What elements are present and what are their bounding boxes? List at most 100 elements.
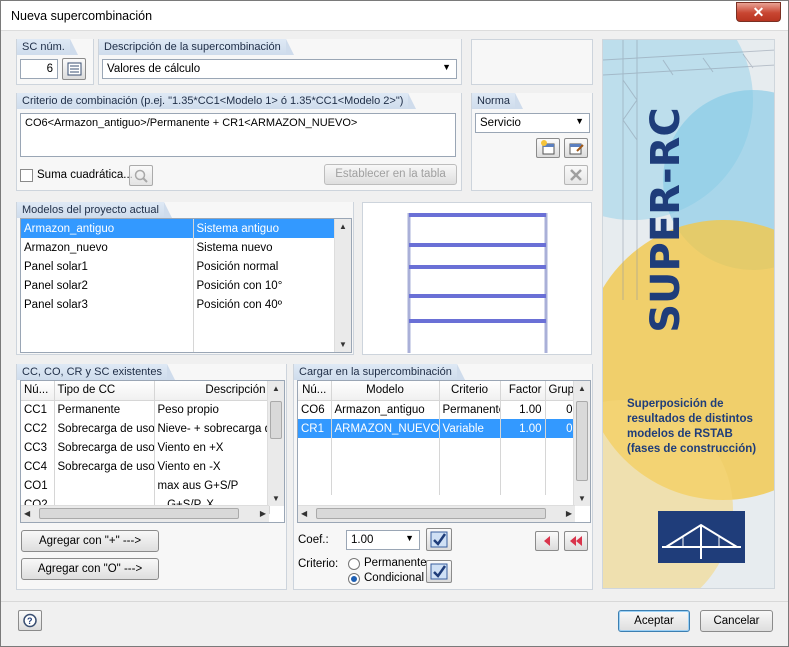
chevron-down-icon[interactable]: ▼ — [575, 116, 584, 126]
list-icon[interactable] — [62, 58, 86, 80]
table-row[interactable]: Armazon_nuevo Sistema nuevo — [21, 238, 335, 257]
brand-name-box: SUPER-RC — [611, 100, 721, 340]
table-row[interactable]: CO1 max aus G+S/P — [21, 476, 270, 495]
table-cell: Armazon_antiguo — [21, 219, 194, 238]
coef-value: 1.00 — [351, 534, 374, 546]
table-cell: Sobrecarga de uso — [54, 419, 155, 438]
table-cell: Panel solar2 — [21, 276, 194, 295]
coef-select[interactable]: 1.00 ▼ — [346, 530, 420, 550]
column-header[interactable]: Nú... — [21, 381, 55, 401]
table-row[interactable]: CC3 Sobrecarga de uso Viento en +X — [21, 438, 270, 457]
load-list[interactable]: Nú... Modelo Criterio Factor Grup CO6 Armazon… — [297, 380, 591, 523]
add-plus-button[interactable]: Agregar con "+" ---> — [21, 530, 159, 552]
add-or-button[interactable]: Agregar con "O" ---> — [21, 558, 159, 580]
criteria-radio-label: Criterio: — [298, 558, 339, 570]
set-in-table-button[interactable]: Establecer en la tabla — [324, 164, 457, 185]
table-cell: Nieve- + sobrecarga de — [154, 419, 270, 438]
table-row[interactable]: CC2 Sobrecarga de uso Nieve- + sobrecarga … — [21, 419, 270, 438]
scroll-thumb[interactable] — [270, 401, 282, 439]
svg-text:?: ? — [27, 616, 33, 626]
table-row[interactable]: Panel solar3 Posición con 40º — [21, 295, 335, 314]
existing-cases-table: Nú... Tipo de CC Descripción CC1 Permanente… — [21, 381, 270, 514]
table-row[interactable]: Armazon_antiguo Sistema antiguo — [21, 219, 335, 238]
cases-hscrollbar[interactable]: ◀ ▶ — [21, 505, 269, 522]
edit-icon[interactable] — [564, 138, 588, 158]
norm-select[interactable]: Servicio ▼ — [475, 113, 590, 133]
table-cell: Armazon_nuevo — [21, 238, 194, 257]
norm-value: Servicio — [480, 117, 521, 129]
models-scrollbar[interactable]: ▲ ▼ — [334, 219, 351, 352]
apply-coef-checkmark-icon[interactable] — [426, 528, 452, 551]
chevron-down-icon[interactable]: ▼ — [405, 533, 414, 543]
column-header[interactable]: Modelo — [331, 381, 440, 401]
title-bar: Nueva supercombinación ✕ — [1, 1, 788, 31]
window-title: Nueva supercombinación — [11, 9, 153, 23]
load-vscrollbar[interactable]: ▲ ▼ — [573, 381, 590, 506]
scroll-up-icon[interactable]: ▲ — [335, 222, 351, 231]
load-panel: Cargar en la supercombinación Nú... Model… — [293, 364, 593, 590]
table-cell: CO1 — [21, 476, 55, 495]
table-cell: Permanente — [54, 400, 155, 419]
scroll-down-icon[interactable]: ▼ — [339, 340, 347, 349]
scroll-up-icon[interactable]: ▲ — [574, 384, 590, 393]
brand-panel: SUPER-RC Superposición de resultados de … — [602, 39, 775, 589]
scroll-down-icon[interactable]: ▼ — [272, 494, 280, 503]
scroll-left-icon[interactable]: ◀ — [301, 509, 307, 518]
existing-cases-panel: CC, CO, CR y SC existentes Nú... Tipo de … — [16, 364, 287, 590]
help-icon[interactable]: ? — [18, 610, 42, 631]
table-row[interactable]: CO6 Armazon_antiguo Permanente 1.00 0 — [298, 400, 577, 419]
table-cell: Sistema antiguo — [193, 219, 335, 238]
column-header[interactable]: Descripción — [154, 381, 270, 401]
magnifier-icon[interactable] — [129, 165, 153, 186]
table-cell: Panel solar3 — [21, 295, 194, 314]
description-panel: Descripción de la supercombinación Valor… — [98, 39, 462, 85]
table-row[interactable]: Panel solar1 Posición normal — [21, 257, 335, 276]
scroll-left-icon[interactable]: ◀ — [24, 509, 30, 518]
column-header[interactable]: Factor — [500, 381, 546, 401]
sc-number-label: SC núm. — [17, 39, 78, 55]
description-field[interactable]: Valores de cálculo ▼ — [102, 59, 457, 79]
table-cell: CC3 — [21, 438, 55, 457]
table-cell: Posición con 40º — [193, 295, 335, 314]
table-cell: 0 — [545, 419, 577, 438]
accept-button[interactable]: Aceptar — [618, 610, 690, 632]
scroll-thumb[interactable] — [39, 508, 239, 519]
close-button[interactable]: ✕ — [736, 2, 781, 22]
table-row[interactable]: Panel solar2 Posición con 10° — [21, 276, 335, 295]
cancel-button[interactable]: Cancelar — [700, 610, 773, 632]
models-list[interactable]: Armazon_antiguo Sistema antiguo Armazon_nu… — [20, 218, 352, 353]
sc-number-field[interactable]: 6 — [20, 59, 58, 79]
scroll-right-icon[interactable]: ▶ — [566, 509, 572, 518]
table-row[interactable]: CC1 Permanente Peso propio — [21, 400, 270, 419]
scroll-up-icon[interactable]: ▲ — [268, 384, 284, 393]
column-header[interactable]: Tipo de CC — [54, 381, 155, 401]
column-header[interactable]: Grup — [545, 381, 577, 401]
remove-one-icon[interactable] — [535, 531, 559, 551]
sum-checkbox[interactable] — [20, 169, 33, 182]
table-cell: CR1 — [298, 419, 332, 438]
radio-permanente[interactable] — [348, 558, 360, 570]
existing-cases-list[interactable]: Nú... Tipo de CC Descripción CC1 Permanente… — [20, 380, 285, 523]
radio-condicional[interactable] — [348, 573, 360, 585]
column-header[interactable]: Nú... — [298, 381, 332, 401]
table-row[interactable]: CC4 Sobrecarga de uso Viento en -X — [21, 457, 270, 476]
criteria-textarea[interactable]: CO6<Armazon_antiguo>/Permanente + CR1<AR… — [20, 113, 456, 157]
frame-drawing — [407, 213, 548, 353]
scroll-right-icon[interactable]: ▶ — [260, 509, 266, 518]
norm-panel: Norma Servicio ▼ — [471, 93, 593, 191]
scroll-down-icon[interactable]: ▼ — [578, 494, 586, 503]
apply-criteria-checkmark-icon[interactable] — [426, 560, 452, 583]
load-hscrollbar[interactable]: ◀ ▶ — [298, 505, 575, 522]
column-header[interactable]: Criterio — [439, 381, 501, 401]
rstab-logo-icon — [658, 511, 745, 563]
remove-all-icon[interactable] — [564, 531, 588, 551]
chevron-down-icon[interactable]: ▼ — [442, 62, 451, 72]
delete-icon[interactable] — [564, 165, 588, 185]
scroll-thumb[interactable] — [576, 401, 588, 481]
table-cell: Armazon_antiguo — [331, 400, 440, 419]
scroll-thumb[interactable] — [316, 508, 546, 519]
cases-vscrollbar[interactable]: ▲ ▼ — [267, 381, 284, 506]
table-cell: CO6 — [298, 400, 332, 419]
new-icon[interactable] — [536, 138, 560, 158]
table-row[interactable]: CR1 ARMAZON_NUEVO Variable 1.00 0 — [298, 419, 577, 438]
